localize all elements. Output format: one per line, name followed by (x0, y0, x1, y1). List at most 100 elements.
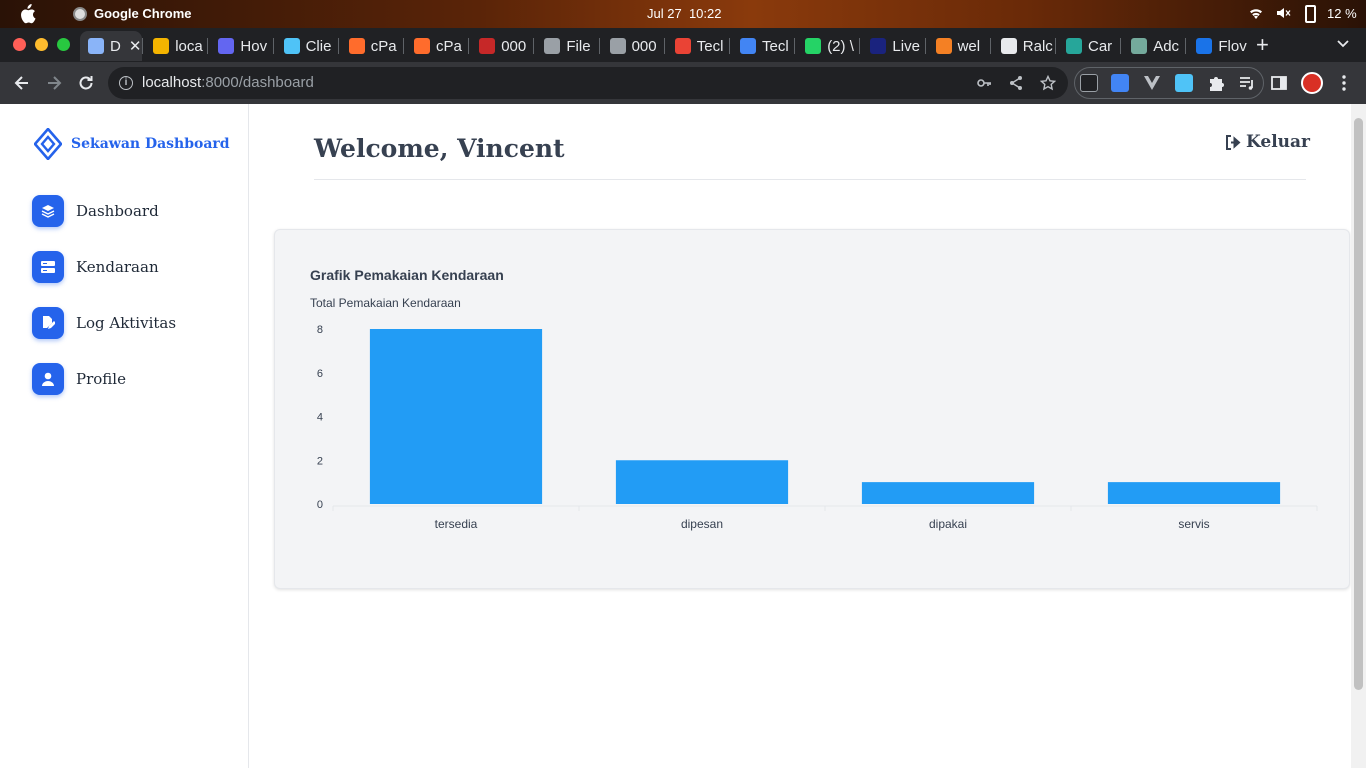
x-tick-label: servis (1178, 517, 1209, 531)
maximize-window-button[interactable] (57, 38, 70, 51)
whatsapp-icon (805, 38, 822, 54)
profile-avatar[interactable] (1301, 72, 1323, 94)
tab-label: 000 (501, 37, 527, 55)
flow-icon (1196, 38, 1213, 54)
x-tick-label: dipakai (929, 517, 967, 531)
browser-tab[interactable]: 000 (471, 31, 531, 61)
apple-icon[interactable] (18, 4, 36, 24)
layers-icon (32, 195, 64, 227)
tab-label: Tecl (762, 37, 789, 55)
sidebar-item-profile[interactable]: Profile (32, 363, 126, 395)
page-scrollbar[interactable] (1351, 104, 1366, 768)
main-header: Welcome, Vincent Keluar (314, 132, 1310, 180)
media-queue-icon[interactable] (1238, 74, 1256, 92)
globe-icon (544, 38, 561, 54)
stackoverflow-icon (935, 38, 952, 54)
gmail-icon (674, 38, 691, 54)
forward-arrow-icon[interactable] (44, 73, 64, 93)
docs-icon (740, 38, 756, 54)
tab-label: Tecl (696, 37, 724, 55)
site-info-icon[interactable]: i (119, 76, 133, 90)
tab-label: Flov (1218, 37, 1247, 55)
browser-tab[interactable]: loca (145, 31, 205, 61)
new-tab-button[interactable]: + (1256, 33, 1276, 57)
tab-search-chevron-icon[interactable] (1336, 36, 1350, 50)
tab-label: cPa (370, 37, 397, 55)
clock-date: Jul 27 (647, 6, 682, 21)
key-icon[interactable] (976, 75, 992, 91)
url-text[interactable]: localhost:8000/dashboard (142, 74, 314, 91)
active-app-name[interactable]: Google Chrome (94, 6, 192, 21)
browser-tab[interactable]: D ✕ (80, 31, 142, 61)
tab-label: (2) \ (827, 37, 854, 55)
tab-separator (337, 38, 339, 54)
back-arrow-icon[interactable] (12, 73, 32, 93)
sekawan-diamond-icon (88, 38, 104, 54)
usage-chart-card: Grafik Pemakaian Kendaraan Total Pemakai… (274, 229, 1350, 589)
browser-tab[interactable]: Ralc (993, 31, 1053, 61)
tab-label: Clie (305, 37, 332, 55)
sidebar-item-kendaraan[interactable]: Kendaraan (32, 251, 159, 283)
extension-vue-icon[interactable] (1143, 74, 1161, 92)
extension-clipboard-icon[interactable] (1111, 74, 1129, 92)
wifi-icon[interactable] (1248, 6, 1264, 20)
tab-label: Car (1088, 37, 1113, 55)
sidebar-item-log-aktivitas[interactable]: Log Aktivitas (32, 307, 176, 339)
sign-out-icon (1225, 134, 1241, 150)
browser-tab[interactable]: Hov (210, 31, 270, 61)
browser-tab[interactable]: File (536, 31, 596, 61)
tab-separator (989, 38, 991, 54)
y-tick-label: 4 (317, 412, 323, 424)
bookmark-star-icon[interactable] (1040, 75, 1056, 91)
browser-tab[interactable]: Flov (1188, 31, 1248, 61)
bar-servis (1107, 482, 1281, 504)
browser-tab[interactable]: 000 (602, 31, 662, 61)
browser-tab[interactable]: cPa (406, 31, 466, 61)
sidebar-item-label: Log Aktivitas (76, 314, 177, 332)
browser-tab[interactable]: Live (862, 31, 922, 61)
scrollbar-thumb[interactable] (1354, 118, 1363, 690)
volume-icon[interactable] (1276, 6, 1292, 20)
extension-fi-icon[interactable] (1175, 74, 1193, 92)
chrome-app-icon (73, 7, 87, 21)
browser-tab[interactable]: Clie (276, 31, 336, 61)
logout-button[interactable]: Keluar (1225, 132, 1310, 152)
home-icon (283, 38, 300, 54)
tab-separator (859, 38, 861, 54)
sidebar-item-dashboard[interactable]: Dashboard (32, 195, 159, 227)
browser-tab[interactable]: Car (1058, 31, 1118, 61)
close-tab-icon[interactable]: ✕ (129, 37, 142, 55)
close-window-button[interactable] (13, 38, 26, 51)
tab-label: loca (175, 37, 203, 55)
extension-l-icon[interactable] (1080, 74, 1098, 92)
reload-icon[interactable] (76, 73, 96, 93)
laravel-icon (153, 38, 170, 54)
tab-label: File (566, 37, 591, 55)
browser-tab[interactable]: cPa (341, 31, 401, 61)
address-bar[interactable]: i localhost:8000/dashboard (108, 67, 1068, 99)
x-tick-label: tersedia (435, 517, 478, 531)
tab-separator (207, 38, 209, 54)
github-icon (1000, 38, 1017, 54)
brand[interactable]: Sekawan Dashboard (34, 128, 230, 160)
battery-icon[interactable] (1305, 5, 1316, 23)
extensions-puzzle-icon[interactable] (1207, 74, 1225, 92)
browser-tab[interactable]: (2) \ (797, 31, 857, 61)
cpanel-icon (348, 38, 365, 54)
browser-tab[interactable]: wel (928, 31, 988, 61)
tab-separator (1055, 38, 1056, 54)
browser-tab[interactable]: Tecl (667, 31, 727, 61)
side-panel-icon[interactable] (1270, 74, 1288, 92)
browser-tab[interactable]: Adc (1123, 31, 1183, 61)
extensions-group (1074, 67, 1264, 99)
clock[interactable]: Jul 27 10:22 (647, 6, 721, 21)
share-icon[interactable] (1008, 75, 1024, 91)
tab-label: D (110, 37, 121, 55)
sidebar: Sekawan Dashboard Dashboard Kendaraan Lo… (0, 104, 249, 768)
minimize-window-button[interactable] (35, 38, 48, 51)
clock-time: 10:22 (688, 6, 722, 21)
tab-separator (924, 38, 926, 54)
browser-tab[interactable]: Tecl (732, 31, 792, 61)
diamond-logo-icon (34, 128, 62, 160)
chrome-menu-icon[interactable] (1337, 74, 1351, 92)
